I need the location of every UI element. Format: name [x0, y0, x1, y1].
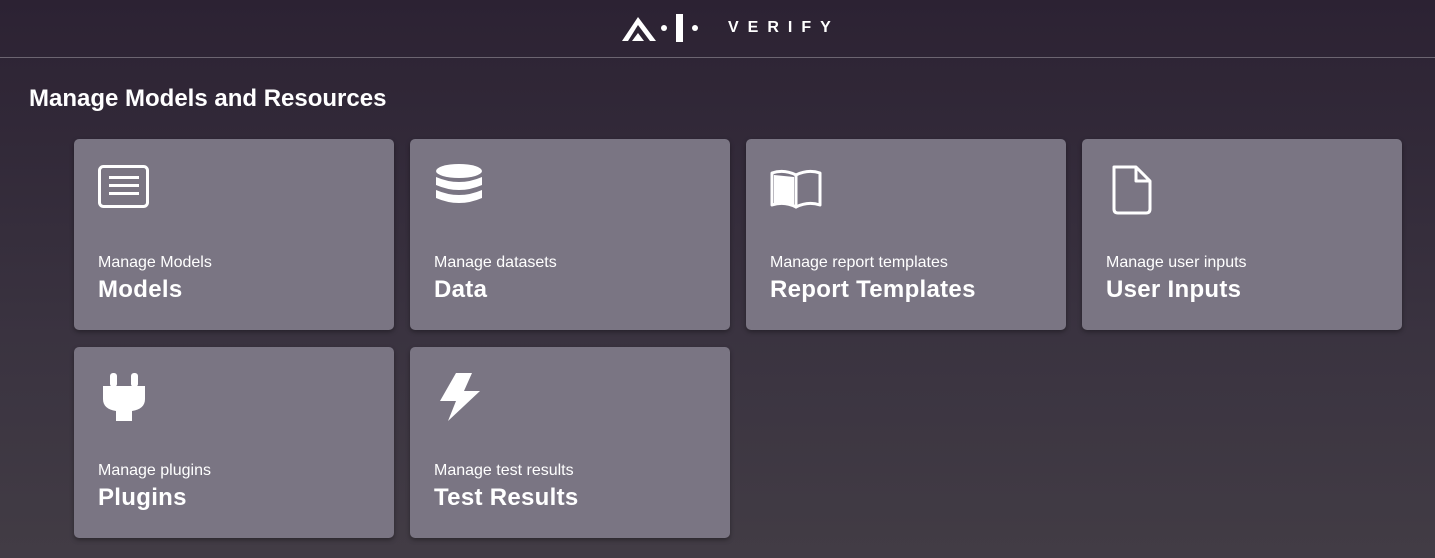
top-bar: VERIFY [0, 0, 1435, 58]
card-title: Report Templates [770, 276, 976, 303]
card-subtitle: Manage test results [434, 462, 574, 479]
aiverify-logo[interactable]: VERIFY [620, 11, 840, 45]
card-subtitle: Manage report templates [770, 254, 948, 271]
lightning-icon [440, 373, 480, 421]
book-icon [770, 169, 822, 209]
card-title: Plugins [98, 484, 187, 511]
card-title: Test Results [434, 484, 579, 511]
logo-mark-icon [622, 14, 698, 42]
card-subtitle: Manage user inputs [1106, 254, 1247, 271]
logo-wordmark: VERIFY [728, 19, 840, 36]
plugins-card[interactable]: Manage plugins Plugins [74, 347, 394, 538]
user-inputs-card[interactable]: Manage user inputs User Inputs [1082, 139, 1402, 330]
card-subtitle: Manage Models [98, 254, 212, 271]
report-templates-card[interactable]: Manage report templates Report Templates [746, 139, 1066, 330]
test-results-card[interactable]: Manage test results Test Results [410, 347, 730, 538]
card-subtitle: Manage plugins [98, 462, 211, 479]
data-card[interactable]: Manage datasets Data [410, 139, 730, 330]
plug-icon [103, 373, 145, 421]
document-list-icon [98, 165, 149, 208]
card-subtitle: Manage datasets [434, 254, 557, 271]
file-icon [1112, 165, 1152, 215]
models-card[interactable]: Manage Models Models [74, 139, 394, 330]
card-title: Data [434, 276, 488, 303]
database-icon [436, 164, 482, 203]
card-title: Models [98, 276, 183, 303]
card-title: User Inputs [1106, 276, 1242, 303]
page-title: Manage Models and Resources [29, 85, 387, 112]
